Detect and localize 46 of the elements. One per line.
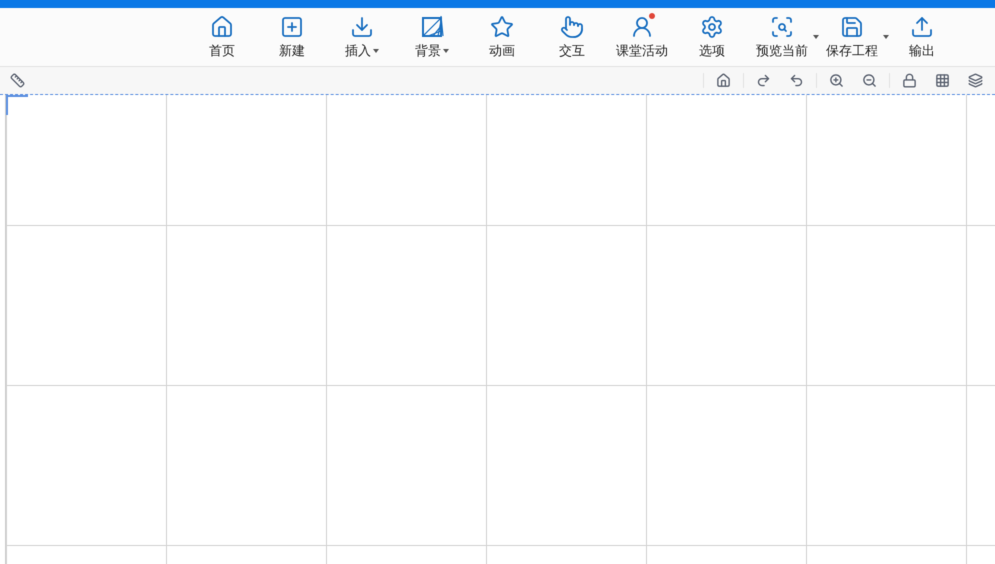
toolbar-button-label: 首页 bbox=[209, 42, 235, 60]
toolbar-button[interactable]: 首页 bbox=[187, 8, 257, 66]
zoom-in-icon[interactable] bbox=[829, 73, 844, 88]
toolbar-button[interactable]: 课堂活动 bbox=[607, 8, 677, 66]
lock-icon[interactable] bbox=[902, 73, 917, 88]
toolbar-button-label: 保存工程 bbox=[826, 42, 878, 60]
caret-icon[interactable] bbox=[883, 35, 889, 39]
toolbar-button-label: 动画 bbox=[489, 42, 515, 60]
caret-icon[interactable] bbox=[813, 35, 819, 39]
settings-icon bbox=[700, 14, 724, 38]
layers-icon[interactable] bbox=[968, 73, 983, 88]
toolbar-button-label: 插入 bbox=[345, 42, 379, 60]
star-icon bbox=[490, 14, 514, 38]
home-icon[interactable] bbox=[716, 73, 731, 88]
upload-icon bbox=[910, 14, 934, 38]
toolbar-button-label: 新建 bbox=[279, 42, 305, 60]
toolbar-button[interactable]: 保存工程 bbox=[817, 8, 887, 66]
hatched-square-icon bbox=[420, 14, 444, 38]
save-icon bbox=[840, 14, 864, 38]
toolbar-button-label: 选项 bbox=[699, 42, 725, 60]
ruler-icon[interactable] bbox=[10, 73, 25, 88]
toolbar-button[interactable]: 交互 bbox=[537, 8, 607, 66]
toolbar-button[interactable]: 动画 bbox=[467, 8, 537, 66]
grid-icon[interactable] bbox=[935, 73, 950, 88]
preview-search-icon bbox=[770, 14, 794, 38]
toolbar-button[interactable]: 输出 bbox=[887, 8, 957, 66]
toolbar-button[interactable]: 预览当前 bbox=[747, 8, 817, 66]
toolbar-button-label: 预览当前 bbox=[756, 42, 808, 60]
caret-icon bbox=[373, 48, 379, 52]
download-icon bbox=[350, 14, 374, 38]
caret-icon bbox=[443, 48, 449, 52]
zoom-out-icon[interactable] bbox=[862, 73, 877, 88]
toolbar-button-label: 背景 bbox=[415, 42, 449, 60]
square-plus-icon bbox=[280, 14, 304, 38]
redo-icon[interactable] bbox=[756, 73, 771, 88]
person-icon bbox=[630, 14, 654, 38]
toolbar-button[interactable]: 插入 bbox=[327, 8, 397, 66]
toolbar-button-label: 课堂活动 bbox=[616, 42, 668, 60]
undo-icon[interactable] bbox=[789, 73, 804, 88]
home-icon bbox=[210, 14, 234, 38]
toolbar-button[interactable]: 选项 bbox=[677, 8, 747, 66]
pointer-hand-icon bbox=[560, 14, 584, 38]
toolbar-button[interactable]: 新建 bbox=[257, 8, 327, 66]
toolbar-button-label: 输出 bbox=[909, 42, 935, 60]
toolbar-button-label: 交互 bbox=[559, 42, 585, 60]
toolbar-button[interactable]: 背景 bbox=[397, 8, 467, 66]
